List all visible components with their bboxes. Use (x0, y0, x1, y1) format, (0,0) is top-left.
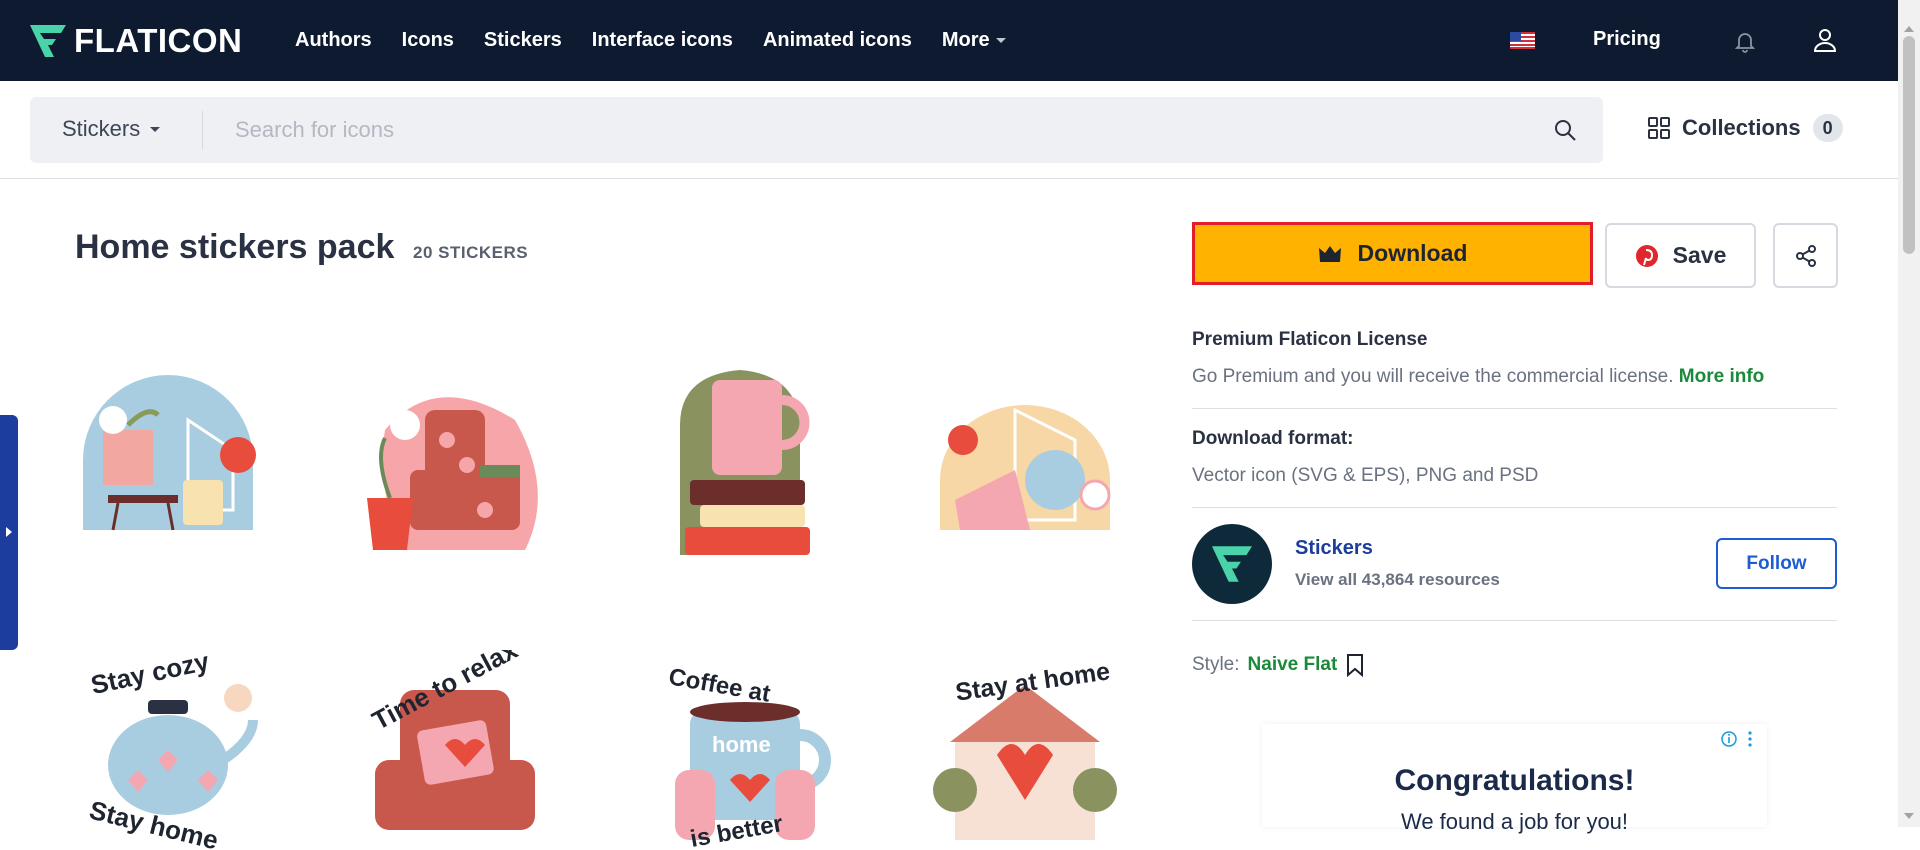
share-icon (1795, 244, 1816, 267)
bell-icon[interactable] (1733, 29, 1757, 53)
bookmark-icon[interactable] (1345, 653, 1365, 677)
flaticon-logo-icon (1212, 546, 1252, 582)
search-divider (202, 111, 203, 149)
style-value-link[interactable]: Naive Flat (1248, 654, 1338, 676)
time-to-relax-sticker[interactable]: Time to relax (355, 650, 555, 850)
stay-cozy-sticker[interactable]: Stay cozy Stay home (68, 650, 268, 850)
chevron-down-icon (150, 126, 161, 132)
license-title: Premium Flaticon License (1192, 329, 1428, 350)
format-text: Vector icon (SVG & EPS), PNG and PSD (1192, 465, 1539, 486)
search-type-dropdown[interactable]: Stickers (62, 116, 161, 142)
search-type-label: Stickers (62, 116, 141, 141)
sticker-count: 20 STICKERS (413, 243, 529, 262)
page-title: Home stickers pack (75, 228, 395, 266)
armchair-plant-sticker[interactable] (355, 370, 555, 570)
us-flag-icon[interactable] (1510, 32, 1535, 49)
style-row: Style: Naive Flat (1192, 653, 1365, 677)
scroll-down-icon[interactable] (1904, 813, 1914, 819)
more-info-link[interactable]: More info (1679, 366, 1765, 387)
collections-label: Collections (1682, 115, 1801, 140)
follow-button[interactable]: Follow (1716, 538, 1837, 589)
divider (1192, 507, 1837, 508)
search-input[interactable] (235, 109, 1535, 151)
info-icon[interactable] (1720, 730, 1760, 748)
chevron-down-icon (995, 38, 1006, 43)
user-icon[interactable] (1812, 27, 1838, 53)
chevron-right-icon (6, 527, 12, 537)
nav-interface-icons[interactable]: Interface icons (592, 29, 733, 52)
ad-subtitle: We found a job for you! (1400, 809, 1629, 834)
avatar[interactable] (1192, 524, 1272, 604)
collections-button[interactable]: Collections 0 (1648, 114, 1843, 142)
scrollbar-thumb[interactable] (1903, 36, 1915, 254)
pricing-link[interactable]: Pricing (1593, 28, 1661, 51)
sticker-text: home (712, 732, 771, 757)
license-text: Go Premium and you will receive the comm… (1192, 366, 1764, 388)
author-resources[interactable]: View all 43,864 resources (1295, 570, 1500, 590)
style-label: Style: (1192, 654, 1240, 675)
nav-stickers[interactable]: Stickers (484, 29, 562, 52)
save-label: Save (1672, 242, 1727, 268)
collections-count-badge: 0 (1812, 114, 1843, 142)
divider (1192, 408, 1837, 409)
search-row: Stickers Collections 0 (0, 81, 1898, 179)
search-icon[interactable] (1553, 118, 1577, 142)
logo-text: FLATICON (74, 22, 243, 59)
license-description: Go Premium and you will receive the comm… (1192, 366, 1674, 387)
ad-title: Congratulations! (1394, 764, 1635, 797)
mug-books-sticker[interactable] (650, 365, 850, 565)
coffee-at-home-sticker[interactable]: Coffee at home is better (650, 650, 850, 850)
home-window-sticker[interactable] (68, 370, 268, 570)
main-nav: Authors Icons Stickers Interface icons A… (295, 0, 1006, 81)
share-button[interactable] (1773, 223, 1838, 288)
pinterest-icon (1635, 244, 1658, 267)
watering-can-sticker[interactable] (925, 370, 1125, 570)
side-panel-toggle[interactable] (0, 415, 18, 650)
format-title: Download format: (1192, 428, 1354, 449)
stay-at-home-sticker[interactable]: Stay at home (925, 650, 1125, 850)
top-navigation: FLATICON Authors Icons Stickers Interfac… (0, 0, 1898, 81)
search-box: Stickers (30, 97, 1603, 163)
author-name[interactable]: Stickers (1295, 537, 1373, 560)
flaticon-logo[interactable]: FLATICON (28, 22, 242, 60)
save-button[interactable]: Save (1605, 223, 1756, 288)
flaticon-logo-icon (30, 25, 66, 57)
crown-icon (1318, 245, 1341, 262)
scroll-up-icon[interactable] (1904, 26, 1914, 32)
nav-authors[interactable]: Authors (295, 29, 372, 52)
download-button[interactable]: Download (1192, 222, 1593, 285)
nav-icons[interactable]: Icons (402, 29, 454, 52)
download-label: Download (1357, 240, 1468, 266)
divider (1192, 620, 1837, 621)
nav-animated-icons[interactable]: Animated icons (763, 29, 912, 52)
nav-more[interactable]: More (942, 29, 1006, 52)
nav-more-label: More (941, 29, 990, 51)
advertisement[interactable]: Congratulations! We found a job for you! (1262, 724, 1767, 834)
grid-icon (1648, 117, 1670, 139)
